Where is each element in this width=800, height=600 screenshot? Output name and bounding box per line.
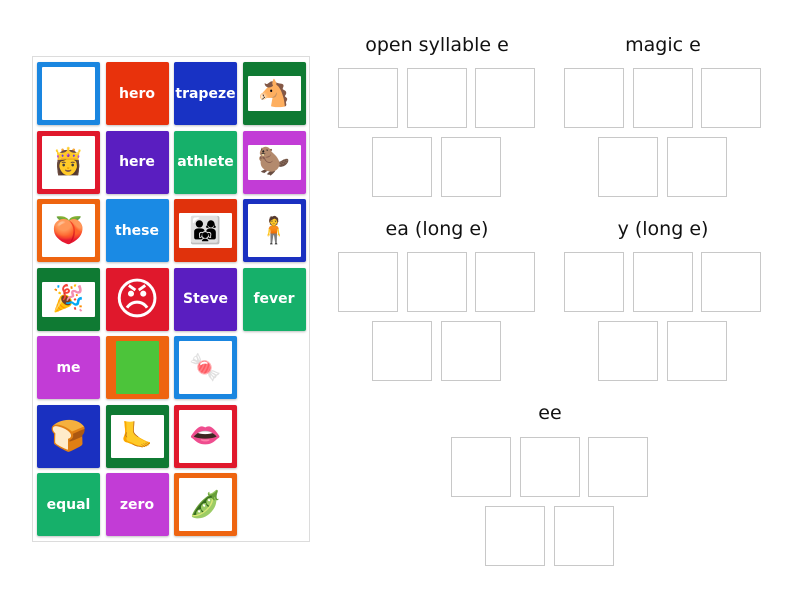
- beaver-image: 🦫: [247, 144, 301, 180]
- family-reading-image: 👨‍👩‍👧: [179, 213, 232, 248]
- drop-slot[interactable]: [564, 68, 624, 128]
- word-card[interactable]: equal: [37, 473, 100, 536]
- candy-packs-image: 🍬: [179, 341, 232, 394]
- drop-slot[interactable]: [406, 68, 467, 128]
- word-card-label: zero: [119, 496, 155, 513]
- image-card-speaker-podium[interactable]: 🧍: [242, 199, 306, 262]
- image-card-angry-face[interactable]: 😠: [105, 267, 169, 331]
- drop-slot[interactable]: [701, 252, 761, 312]
- group-title: ee: [538, 402, 562, 424]
- drop-slot[interactable]: [485, 505, 545, 566]
- image-card-pony[interactable]: 🐴: [242, 62, 306, 125]
- word-card-label: these: [115, 222, 159, 239]
- drop-slot[interactable]: [666, 136, 727, 197]
- drop-slot[interactable]: [338, 68, 398, 128]
- word-card[interactable]: athlete: [174, 130, 237, 194]
- word-card-label: here: [119, 154, 155, 170]
- drop-slot[interactable]: [338, 252, 398, 312]
- image-card-princess[interactable]: 👸: [37, 130, 100, 194]
- word-card-label: trapeze: [175, 85, 236, 102]
- drop-slot[interactable]: [519, 437, 580, 497]
- group-title: open syllable e: [365, 34, 509, 56]
- image-card-jelly-toast[interactable]: 🍞: [37, 404, 100, 468]
- word-card[interactable]: zero: [105, 473, 169, 536]
- party-kids-image: 🎉: [42, 281, 95, 317]
- image-card-beach-kids[interactable]: 🏖: [37, 62, 100, 125]
- green-beans-image: 🫛: [179, 478, 232, 531]
- drop-slot[interactable]: [372, 136, 432, 197]
- word-card[interactable]: here: [105, 130, 169, 194]
- image-card-peach[interactable]: 🍑: [37, 199, 100, 262]
- green-square-image: [115, 341, 159, 394]
- word-card-label: hero: [119, 85, 155, 102]
- drop-slot[interactable]: [632, 68, 693, 128]
- image-card-family-reading[interactable]: 👨‍👩‍👧: [174, 199, 237, 262]
- group-title: magic e: [625, 34, 701, 56]
- word-card-label: Steve: [183, 291, 228, 307]
- drop-slot[interactable]: [372, 320, 432, 381]
- pony-image: 🐴: [247, 76, 301, 111]
- word-card[interactable]: hero: [105, 62, 169, 125]
- drop-slot[interactable]: [475, 252, 535, 312]
- image-card-green-beans[interactable]: 🫛: [174, 473, 237, 536]
- word-card[interactable]: trapeze: [174, 62, 237, 125]
- image-card-green-square[interactable]: [105, 336, 169, 399]
- image-card-beaver[interactable]: 🦫: [242, 130, 306, 194]
- group-title: ea (long e): [385, 218, 489, 240]
- angry-face-image: 😠: [114, 273, 160, 325]
- group-title: y (long e): [617, 218, 709, 240]
- word-card[interactable]: fever: [242, 267, 306, 331]
- drop-slot[interactable]: [451, 437, 511, 497]
- drop-slot[interactable]: [632, 252, 693, 312]
- teeth-finger-image: 👄: [179, 409, 232, 463]
- word-card-label: athlete: [177, 154, 234, 170]
- drop-slot[interactable]: [666, 320, 727, 381]
- word-card[interactable]: these: [105, 199, 169, 262]
- speaker-podium-image: 🧍: [247, 204, 301, 257]
- drop-slot[interactable]: [564, 252, 624, 312]
- feet-image: 🦶: [110, 414, 164, 458]
- princess-image: 👸: [42, 135, 95, 189]
- drop-slot[interactable]: [440, 320, 501, 381]
- beach-kids-image: 🏖: [42, 67, 95, 120]
- drop-slot[interactable]: [598, 320, 658, 381]
- word-card[interactable]: Steve: [174, 267, 237, 331]
- word-card[interactable]: me: [37, 336, 100, 399]
- image-card-feet[interactable]: 🦶: [105, 404, 169, 468]
- peach-image: 🍑: [42, 204, 95, 257]
- drop-slot[interactable]: [406, 252, 467, 312]
- image-card-party-kids[interactable]: 🎉: [37, 267, 100, 331]
- drop-slot[interactable]: [440, 136, 501, 197]
- jelly-toast-image: 🍞: [49, 418, 88, 454]
- image-card-teeth-finger[interactable]: 👄: [174, 404, 237, 468]
- word-card-label: equal: [46, 496, 91, 513]
- drop-slot[interactable]: [588, 437, 648, 497]
- drop-slot[interactable]: [475, 68, 535, 128]
- drop-slot[interactable]: [553, 505, 614, 566]
- drop-slot[interactable]: [701, 68, 761, 128]
- image-card-candy-packs[interactable]: 🍬: [174, 336, 237, 399]
- drop-slot[interactable]: [598, 136, 658, 197]
- word-card-label: fever: [253, 291, 295, 307]
- word-card-label: me: [56, 359, 81, 376]
